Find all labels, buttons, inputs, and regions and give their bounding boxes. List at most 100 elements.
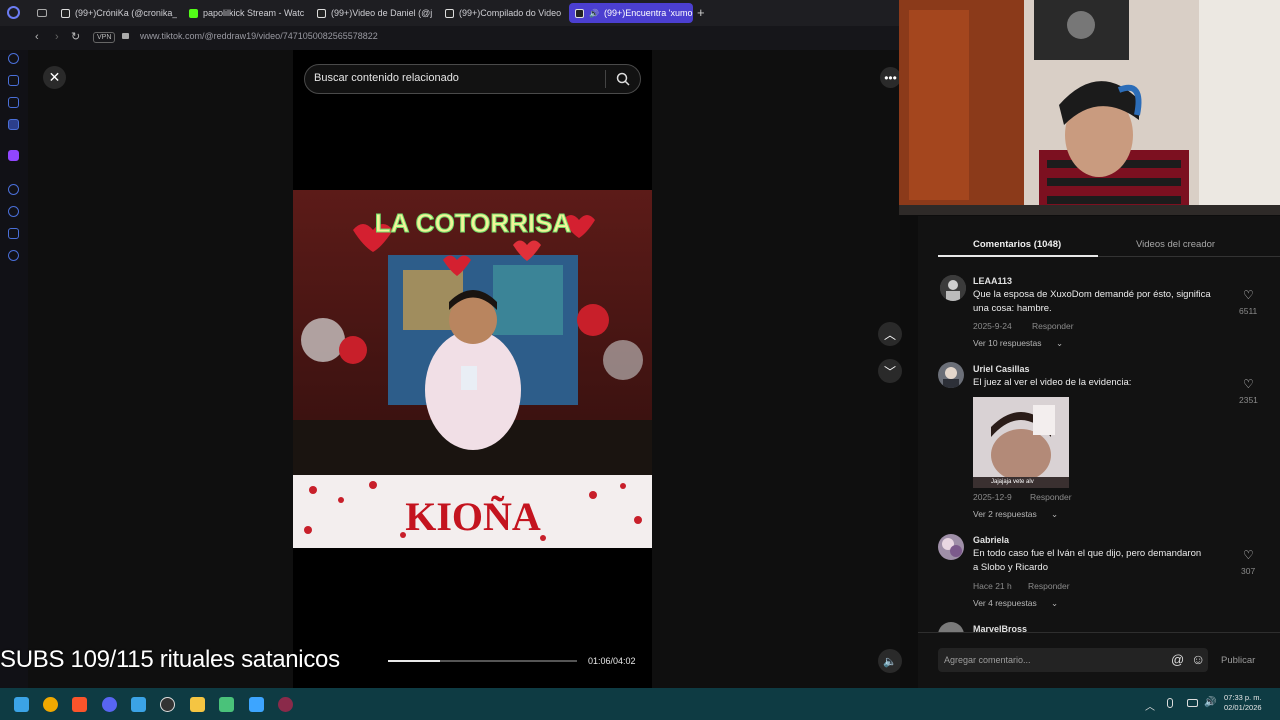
tiktok-icon: [61, 8, 70, 18]
comment-image[interactable]: Jajajaja vete alv: [973, 397, 1069, 488]
volume-button[interactable]: 🔈: [878, 649, 902, 673]
like-icon[interactable]: ♡: [1243, 288, 1254, 302]
comment-username[interactable]: LEAA113: [973, 276, 1012, 286]
view-replies-link[interactable]: Ver 4 respuestas: [973, 598, 1037, 608]
volume-icon: 🔈: [883, 655, 897, 668]
address-bar: [0, 26, 900, 50]
workspaces-icon[interactable]: [37, 9, 47, 17]
reload-icon[interactable]: ↻: [71, 30, 80, 43]
browser-tab[interactable]: papolilkick Stream - Watc: [183, 3, 305, 23]
avatar[interactable]: [938, 362, 964, 388]
sidebar-player-icon[interactable]: [8, 184, 19, 195]
close-button[interactable]: ✕: [43, 66, 66, 89]
microphone-icon[interactable]: [1167, 698, 1173, 708]
comment-username[interactable]: MarvelBross: [973, 624, 1027, 632]
app-icon[interactable]: [43, 697, 58, 712]
sidebar-history-icon[interactable]: [8, 53, 19, 64]
previous-video-button[interactable]: ︿: [878, 322, 902, 346]
reply-link[interactable]: Responder: [1032, 321, 1074, 331]
lock-icon: [122, 33, 129, 39]
avatar[interactable]: [938, 622, 964, 632]
network-icon[interactable]: [1187, 699, 1198, 707]
progress-fill: [388, 660, 440, 662]
reply-link[interactable]: Responder: [1028, 581, 1070, 591]
sidebar-chat-icon[interactable]: [8, 228, 19, 239]
file-explorer-icon[interactable]: [190, 697, 205, 712]
sidebar-messenger-icon[interactable]: [8, 97, 19, 108]
screen: (99+)CróniKa (@cronika_v papolilkick Str…: [0, 0, 1280, 720]
obs-icon[interactable]: [160, 697, 175, 712]
reply-link[interactable]: Responder: [1030, 492, 1072, 502]
brave-browser-icon[interactable]: [72, 697, 87, 712]
webcam-scene: [899, 0, 1280, 215]
search-icon[interactable]: [616, 72, 630, 86]
tiktok-icon: [317, 8, 326, 18]
tab-creator-videos[interactable]: Videos del creador: [1136, 239, 1215, 250]
comment-date: 2025-9-24: [973, 321, 1012, 331]
browser-logo-icon[interactable]: [7, 6, 20, 19]
browser-tab[interactable]: (99+)Compilado do Video: [439, 3, 561, 23]
browser-sidebar: [0, 50, 28, 688]
like-count: 6511: [1239, 306, 1258, 316]
mention-icon[interactable]: @: [1171, 652, 1184, 667]
app-icon-blue[interactable]: [249, 697, 264, 712]
sign-bottom-text: KIOÑA: [405, 494, 541, 539]
comments-divider: [918, 632, 1280, 633]
forward-icon[interactable]: ›: [55, 31, 59, 43]
comment-date: 2025-12-9: [973, 492, 1012, 502]
like-count: 2351: [1239, 395, 1258, 405]
sidebar-settings-icon[interactable]: [8, 250, 19, 261]
tab-active-indicator: [938, 255, 1098, 257]
view-replies-link[interactable]: Ver 10 respuestas: [973, 338, 1042, 348]
url-field[interactable]: www.tiktok.com/@reddraw19/video/74710500…: [140, 31, 378, 41]
chevron-down-icon: ⌄: [1051, 509, 1059, 519]
video-scene: LA COTORRISA KIOÑA: [293, 190, 652, 548]
comment-text: En todo caso fue el Iván el que dijo, pe…: [973, 548, 1202, 573]
more-options-button[interactable]: •••: [880, 67, 901, 88]
vpn-badge[interactable]: VPN: [93, 32, 116, 43]
search-input[interactable]: Buscar contenido relacionado: [314, 72, 459, 84]
comment-text: Que la esposa de XuxoDom demandé por ést…: [973, 289, 1211, 314]
comment-username[interactable]: Uriel Casillas: [973, 364, 1030, 374]
publish-button[interactable]: Publicar: [1221, 655, 1255, 666]
emoji-icon[interactable]: ☺: [1191, 651, 1205, 667]
comment-username[interactable]: Gabriela: [973, 535, 1009, 545]
audio-playing-icon[interactable]: 🔊: [589, 9, 599, 18]
chevron-down-icon: ⌄: [1056, 338, 1064, 348]
video-frame[interactable]: LA COTORRISA KIOÑA: [293, 190, 652, 548]
xbox-icon[interactable]: [219, 697, 234, 712]
next-video-button[interactable]: ﹀: [878, 359, 902, 383]
opera-icon[interactable]: [278, 697, 293, 712]
clock-date: 02/01/2026: [1224, 703, 1262, 712]
volume-tray-icon[interactable]: 🔊: [1204, 697, 1216, 708]
windows-start-icon[interactable]: [14, 697, 29, 712]
like-icon[interactable]: ♡: [1243, 548, 1254, 562]
sidebar-clock-icon[interactable]: [8, 206, 19, 217]
sign-top-text: LA COTORRISA: [375, 208, 572, 238]
avatar[interactable]: [940, 275, 966, 301]
kick-icon: [189, 8, 198, 18]
browser-tab[interactable]: (99+)CróniKa (@cronika_v: [55, 3, 177, 23]
comment-clip: MarvelBross: [918, 620, 1280, 632]
like-icon[interactable]: ♡: [1243, 377, 1254, 391]
store-icon[interactable]: [131, 697, 146, 712]
back-icon[interactable]: ‹: [35, 31, 39, 43]
view-replies-link[interactable]: Ver 2 respuestas: [973, 509, 1037, 519]
tab-comments[interactable]: Comentarios (1048): [973, 239, 1061, 250]
sidebar-bookmark-icon[interactable]: [8, 75, 19, 86]
new-tab-button[interactable]: +: [697, 5, 705, 20]
sidebar-twitch-icon[interactable]: [8, 150, 19, 161]
browser-tab-active[interactable]: 🔊 (99+)Encuentra 'xumo: [569, 3, 693, 23]
discord-icon[interactable]: [102, 697, 117, 712]
like-count: 307: [1241, 566, 1256, 576]
browser-tab[interactable]: (99+)Video de Daniel (@j: [311, 3, 433, 23]
comment-date: Hace 21 h: [973, 581, 1012, 591]
tray-chevron-icon[interactable]: ︿: [1145, 698, 1155, 713]
browser-tab-bar: (99+)CróniKa (@cronika_v papolilkick Str…: [0, 0, 900, 26]
avatar[interactable]: [938, 534, 964, 560]
stream-overlay-text: SUBS 109/115 rituales satanicos: [0, 646, 340, 673]
webcam-overlay: [899, 0, 1280, 215]
comment-input[interactable]: Agregar comentario...: [944, 655, 1031, 665]
clock[interactable]: 07:33 p. m. 02/01/2026: [1224, 693, 1262, 713]
sidebar-mail-icon[interactable]: [8, 119, 19, 130]
